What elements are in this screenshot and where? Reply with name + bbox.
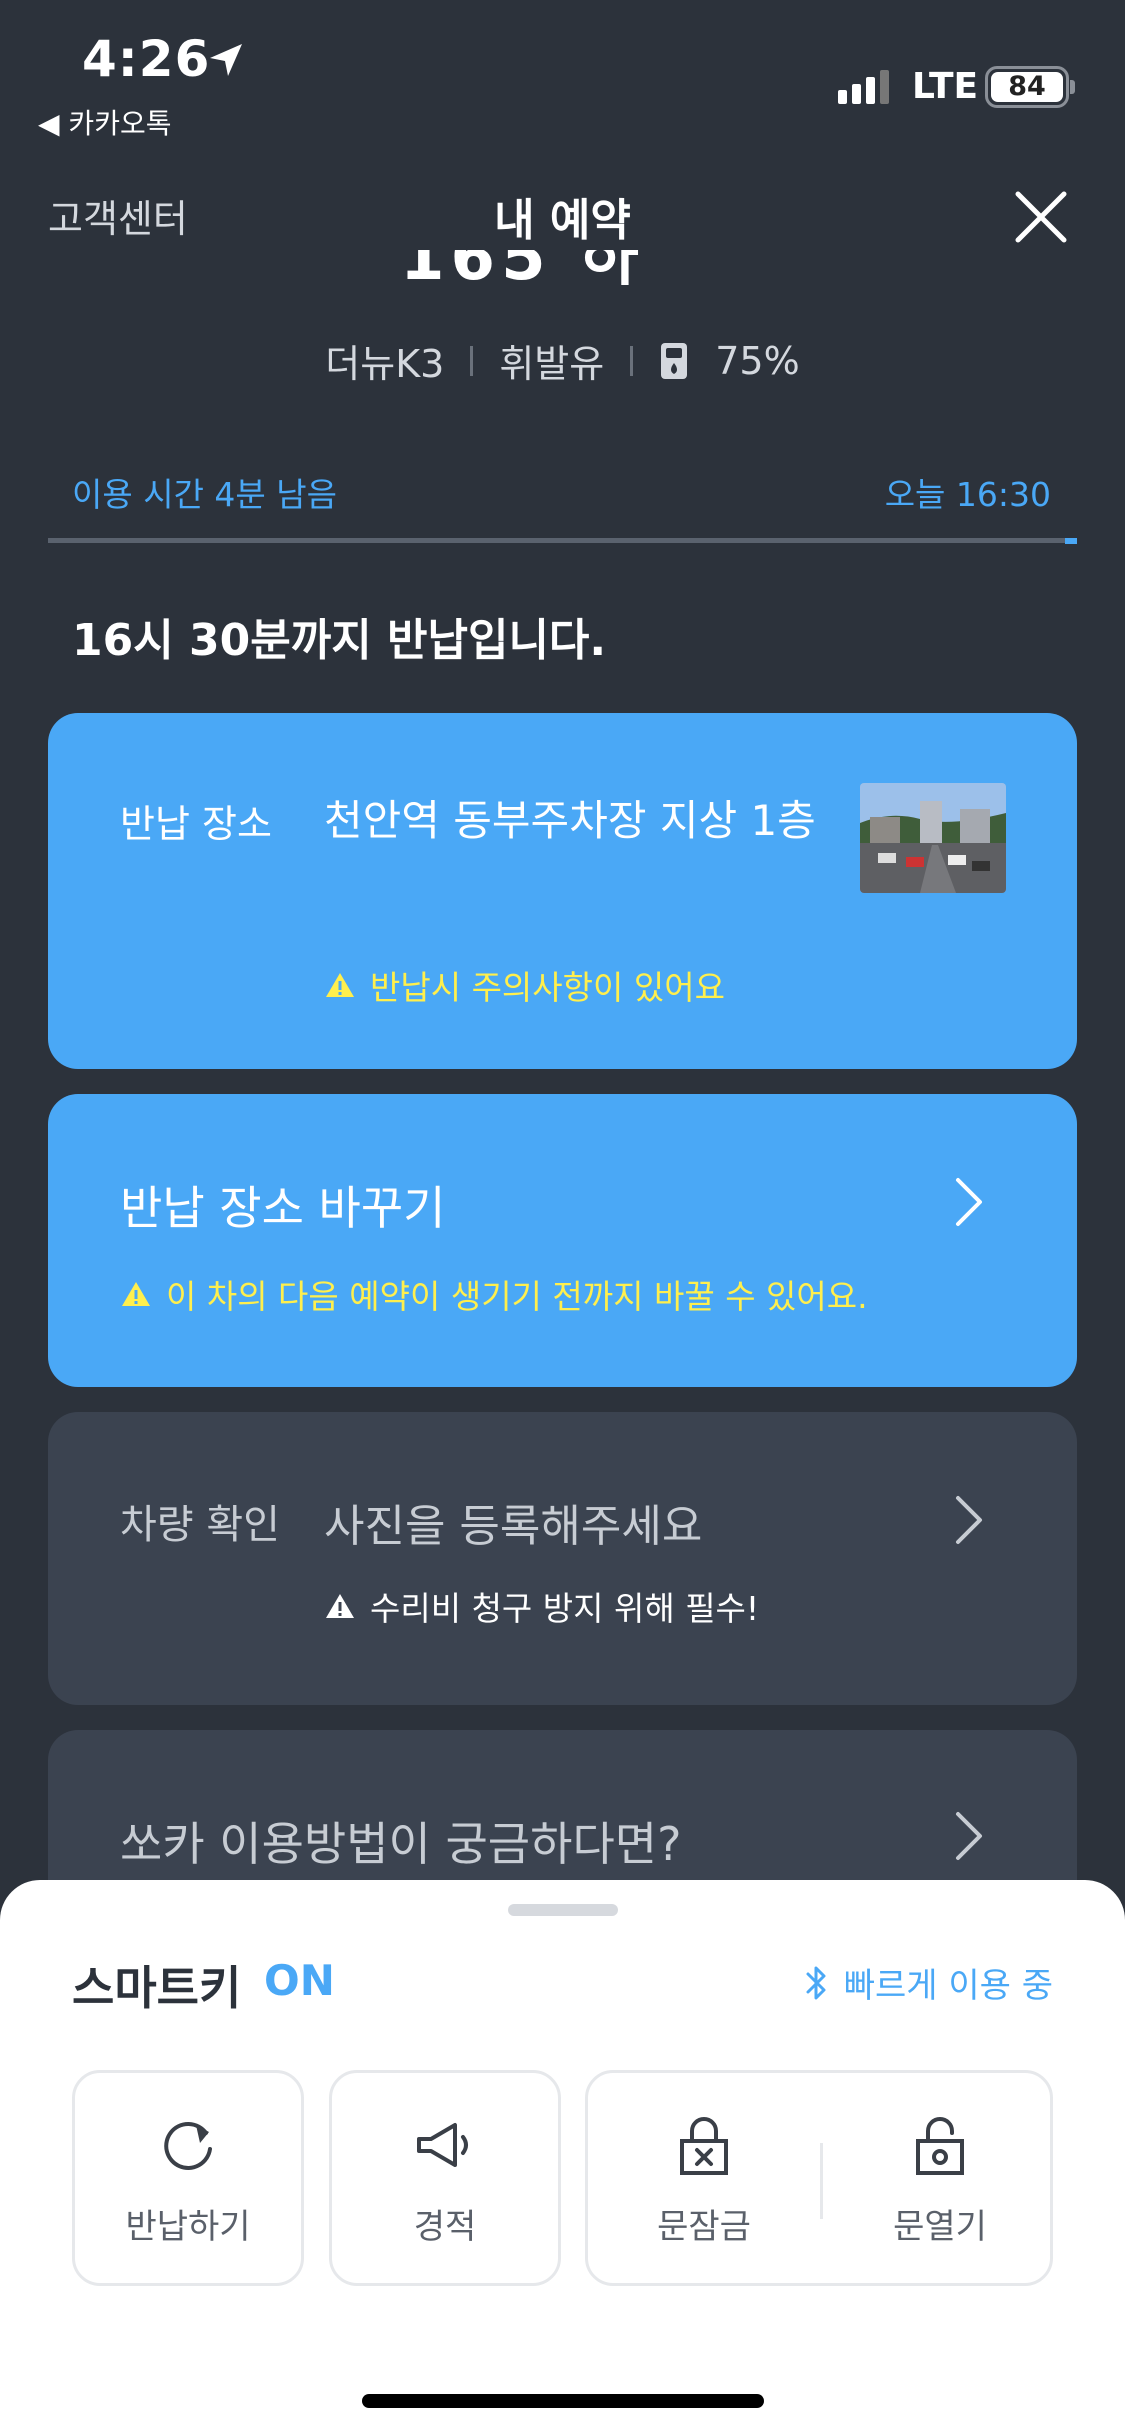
usage-progress-fill [1064,538,1077,544]
door-lock-group: 문잠금 문열기 [585,2070,1053,2286]
vehicle-check-notice: 수리비 청구 방지 위해 필수! [324,1582,759,1630]
warning-icon [326,1594,354,1618]
network-type: LTE [912,66,979,107]
vehicle-check-notice-text: 수리비 청구 방지 위해 필수! [370,1589,760,1628]
smart-key-state: ON [264,1956,335,2005]
car-model: 더뉴K3 [325,342,445,386]
vehicle-check-label: 차량 확인 [120,1502,280,1548]
horn-label: 경적 [413,2207,477,2247]
fuel-level: 75% [715,338,800,383]
warning-icon [326,973,354,997]
signal-icon [838,70,889,104]
time-remaining: 이용 시간 4분 남음 [72,475,337,514]
fuel-gauge-icon [661,342,688,379]
vehicle-check-text: 사진을 등록해주세요 [324,1501,703,1552]
how-to-use-title: 쏘카 이용방법이 궁금하다면? [120,1817,682,1871]
return-car-label: 반납하기 [125,2207,251,2247]
lock-button[interactable]: 문잠금 [588,2113,820,2248]
return-place-card[interactable]: 반납 장소 천안역 동부주차장 지상 1층 반납시 주의사항이 있어요 [48,713,1077,1069]
return-notice-text: 반납시 주의사항이 있어요 [370,968,725,1007]
home-indicator[interactable] [362,2394,764,2408]
fuel-type: 휘발유 [499,342,605,386]
location-arrow-icon [210,44,242,76]
parking-lot-photo[interactable] [860,783,1006,893]
chevron-right-icon [956,1178,982,1226]
battery-icon: 84 [985,66,1069,108]
close-icon[interactable] [1012,188,1070,246]
bluetooth-status: 빠르게 이용 중 [804,1958,1053,2007]
usage-progress-bar [48,538,1077,544]
return-notice[interactable]: 반납시 주의사항이 있어요 [324,961,725,1009]
bluetooth-icon [806,1966,826,1999]
refresh-icon [164,2122,212,2170]
return-deadline-message: 16시 30분까지 반납입니다. [72,615,607,666]
change-return-place-title: 반납 장소 바꾸기 [120,1181,446,1235]
chevron-right-icon [956,1496,982,1544]
car-plate[interactable]: 165 하 1257 [400,250,780,290]
battery-cap [1070,80,1075,94]
bluetooth-status-text: 빠르게 이용 중 [843,1966,1053,2006]
horn-icon [417,2123,468,2167]
back-to-app-link[interactable]: ◀ 카카오톡 [38,102,171,142]
horn-button[interactable]: 경적 [329,2070,561,2286]
lock-label: 문잠금 [657,2207,751,2247]
warning-icon [122,1282,150,1306]
smart-key-title: 스마트키 [72,1961,242,2015]
lock-icon [680,2117,728,2175]
sheet-grabber[interactable] [508,1904,618,1916]
divider [630,345,634,376]
divider [470,345,474,376]
page-title: 내 예약 [494,195,631,246]
divider [820,2143,823,2219]
return-place-name: 천안역 동부주차장 지상 1층 [324,796,816,845]
end-time: 오늘 16:30 [884,475,1051,514]
return-car-button[interactable]: 반납하기 [72,2070,304,2286]
change-return-place-card[interactable]: 반납 장소 바꾸기 이 차의 다음 예약이 생기기 전까지 바꿀 수 있어요. [48,1094,1077,1387]
unlock-icon [916,2117,964,2175]
smart-key-sheet: 스마트키 ON 빠르게 이용 중 반납하기 경적 문잠금 문열기 [0,1880,1125,2436]
car-info-row: 더뉴K3 휘발유 75% [0,333,1125,388]
unlock-button[interactable]: 문열기 [824,2113,1056,2248]
return-place-label: 반납 장소 [120,802,272,846]
car-plate-text: 165 하 1257 [400,250,645,290]
unlock-label: 문열기 [893,2207,987,2247]
vehicle-check-card[interactable]: 차량 확인 사진을 등록해주세요 수리비 청구 방지 위해 필수! [48,1412,1077,1705]
status-time: 4:26 [82,30,211,88]
battery-level: 84 [991,72,1063,102]
chevron-right-icon [956,1812,982,1860]
change-place-notice-text: 이 차의 다음 예약이 생기기 전까지 바꿀 수 있어요. [166,1277,868,1316]
change-place-notice: 이 차의 다음 예약이 생기기 전까지 바꿀 수 있어요. [120,1270,868,1318]
